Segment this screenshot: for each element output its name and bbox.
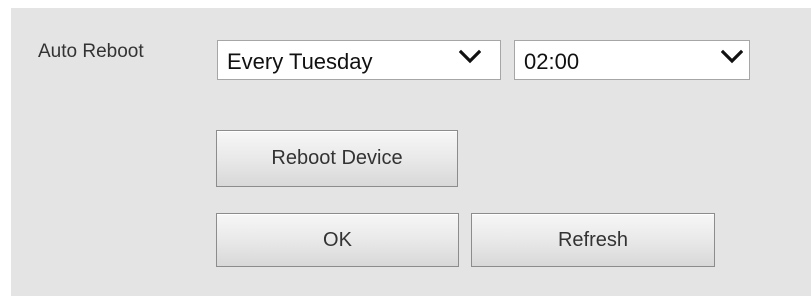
reboot-day-select[interactable]: Every Tuesday [217,40,501,80]
ok-button[interactable]: OK [216,213,459,267]
refresh-button[interactable]: Refresh [471,213,715,267]
reboot-day-value: Every Tuesday [227,49,373,74]
reboot-device-button[interactable]: Reboot Device [216,130,458,187]
chevron-down-icon [459,49,481,64]
reboot-time-value: 02:00 [524,49,580,74]
settings-panel: Auto Reboot Every Tuesday 02:00 Reboot D… [11,8,811,296]
auto-reboot-label: Auto Reboot [38,41,144,62]
chevron-down-icon [721,49,743,64]
reboot-time-select[interactable]: 02:00 [514,40,750,80]
